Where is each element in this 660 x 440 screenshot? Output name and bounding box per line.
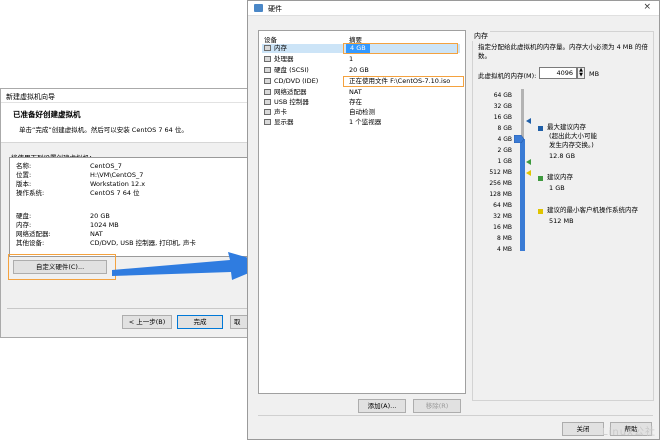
summary-row: 硬盘: 20 GB [16,212,110,220]
memory-input[interactable]: 4096 [539,67,577,79]
scale-tick: 16 MB [493,224,512,231]
finish-button[interactable]: 完成 [177,315,223,329]
device-row-display[interactable]: 显示器 1 个监视器 [262,118,460,127]
close-button[interactable]: 关闭 [562,422,604,436]
max-recommended-value: 12.8 GB [549,152,576,160]
memory-icon [264,45,271,51]
scale-tick: 4 MB [496,246,512,253]
recommended-swatch [538,176,543,181]
wizard-header: 已准备好创建虚拟机 单击“完成”创建虚拟机。然后可以安装 CentOS 7 64… [1,103,261,143]
network-icon [264,89,271,95]
scale-tick: 64 MB [493,202,512,209]
memory-scale-fill [520,139,525,251]
wizard-heading: 已准备好创建虚拟机 [13,110,81,119]
memory-spinner[interactable]: ▲ ▼ [577,67,585,79]
new-vm-wizard: 新建虚拟机向导 已准备好创建虚拟机 单击“完成”创建虚拟机。然后可以安装 Cen… [0,88,270,338]
summary-row: 名称: CentOS_7 [16,162,122,170]
wizard-divider [7,308,255,309]
memory-summary-highlight [343,43,458,54]
wizard-title: 新建虚拟机向导 [1,89,261,103]
scale-tick: 8 GB [497,125,513,132]
device-row-network[interactable]: 网络适配器 NAT [262,88,460,97]
device-row-sound[interactable]: 声卡 自动检测 [262,108,460,117]
recommended-marker [526,159,531,165]
scale-tick: 32 GB [493,103,512,110]
memory-description: 指定分配给此虚拟机的内存量。内存大小必须为 4 MB 的倍数。 [478,43,648,60]
sound-icon [264,109,271,115]
summary-row: 内存: 1024 MB [16,221,119,229]
hardware-dialog: 硬件 × 设备 摘要 内存 4 GB 处理器 1 硬盘 (SCSI) 20 GB… [247,0,660,440]
summary-row: 其他设备: CD/DVD, USB 控制器, 打印机, 声卡 [16,239,196,247]
memory-input-label: 此虚拟机的内存(M): [478,72,537,80]
memory-unit: MB [589,70,600,78]
max-recommended-marker [526,118,531,124]
cd-dvd-summary-highlight [343,76,464,87]
close-icon[interactable]: × [643,2,651,12]
display-icon [264,119,271,125]
cpu-icon [264,56,271,62]
min-guest-label: 建议的最小客户机操作系统内存 [547,206,638,214]
max-recommended-note: (超出此大小可能 发生内存交换。) [549,132,598,149]
watermark: Linux公社 [602,427,656,438]
customize-hardware-button[interactable]: 自定义硬件(C)... [13,260,107,274]
summary-row: 位置: H:\VM\CentOS_7 [16,171,144,179]
scale-tick: 32 MB [493,213,512,220]
device-row-disk[interactable]: 硬盘 (SCSI) 20 GB [262,66,460,75]
memory-group-title: 内存 [472,31,490,41]
summary-row: 操作系统: CentOS 7 64 位 [16,189,140,197]
scale-tick: 8 MB [496,235,512,242]
scale-tick: 4 GB [497,136,513,143]
recommended-label: 建议内存 [547,173,573,181]
usb-icon [264,99,271,105]
max-recommended-swatch [538,126,543,131]
wizard-description: 单击“完成”创建虚拟机。然后可以安装 CentOS 7 64 位。 [19,126,188,134]
max-recommended-label: 最大建议内存 [547,123,586,131]
hardware-divider [258,415,653,416]
hardware-titlebar: 硬件 × [248,1,659,16]
recommended-value: 1 GB [549,184,565,192]
min-guest-swatch [538,209,543,214]
device-column-header[interactable]: 设备 [264,34,277,44]
hardware-title: 硬件 [268,5,282,13]
min-guest-marker [526,170,531,176]
hardware-icon [254,4,263,12]
disk-icon [264,67,271,73]
cd-dvd-icon [264,78,271,84]
device-list[interactable]: 设备 摘要 内存 4 GB 处理器 1 硬盘 (SCSI) 20 GB CD/D… [258,30,466,394]
spin-down-icon[interactable]: ▼ [578,73,584,78]
scale-tick: 2 GB [497,147,513,154]
summary-row: 版本: Workstation 12.x [16,180,146,188]
summary-row: 网络适配器: NAT [16,230,103,238]
add-device-button[interactable]: 添加(A)... [358,399,406,413]
back-button[interactable]: < 上一步(B) [122,315,172,329]
scale-tick: 64 GB [493,92,512,99]
scale-tick: 1 GB [497,158,513,165]
scale-tick: 256 MB [489,180,512,187]
device-row-processor[interactable]: 处理器 1 [262,55,460,64]
memory-slider-thumb[interactable] [514,135,524,143]
device-row-usb[interactable]: USB 控制器 存在 [262,98,460,107]
remove-device-button[interactable]: 移除(R) [413,399,461,413]
scale-tick: 16 GB [493,114,512,121]
scale-tick: 128 MB [489,191,512,198]
min-guest-value: 512 MB [549,217,574,225]
settings-summary: 名称: CentOS_7 位置: H:\VM\CentOS_7 版本: Worksta… [9,157,255,257]
scale-tick: 512 MB [489,169,512,176]
